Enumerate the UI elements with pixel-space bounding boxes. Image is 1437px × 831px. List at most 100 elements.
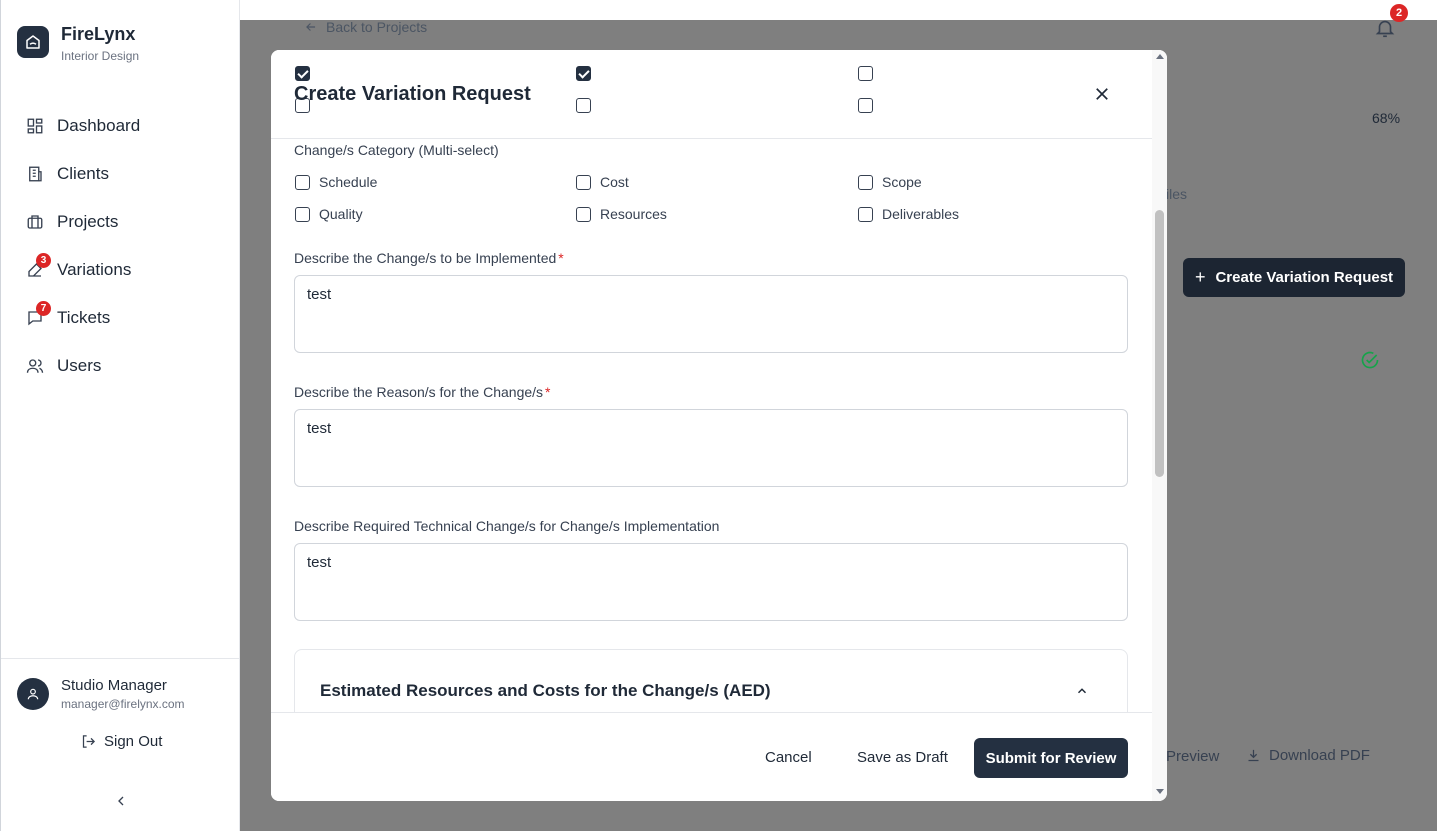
create-variation-request-button[interactable]: + Create Variation Request: [1183, 258, 1405, 297]
category-option-schedule[interactable]: Schedule: [295, 174, 377, 190]
cancel-button[interactable]: Cancel: [765, 749, 812, 766]
collapse-sidebar-button[interactable]: [113, 793, 129, 809]
header-checkbox[interactable]: [295, 66, 310, 81]
tickets-badge: 7: [36, 301, 51, 316]
option-label: Deliverables: [882, 206, 960, 222]
modal-body[interactable]: Change/s Category (Multi-select) Schedul…: [271, 139, 1152, 712]
create-variation-modal: Create Variation Request Change/s Catego…: [271, 50, 1167, 801]
close-modal-button[interactable]: [1093, 85, 1111, 103]
save-draft-button[interactable]: Save as Draft: [857, 749, 948, 766]
category-option-cost[interactable]: Cost: [576, 174, 629, 190]
modal-title: Create Variation Request: [294, 83, 531, 105]
resources-costs-accordion[interactable]: Estimated Resources and Costs for the Ch…: [294, 649, 1128, 712]
change-reason-textarea[interactable]: test: [294, 409, 1128, 487]
arrow-left-icon: [306, 23, 316, 31]
option-label: Cost: [600, 174, 629, 190]
checkbox[interactable]: [576, 206, 591, 222]
header-checkbox[interactable]: [576, 98, 591, 113]
scroll-thumb[interactable]: [1155, 210, 1164, 477]
category-option-resources[interactable]: Resources: [576, 206, 667, 222]
preview-button[interactable]: Preview: [1166, 748, 1219, 765]
variations-badge: 3: [36, 253, 51, 268]
category-label: Change/s Category (Multi-select): [294, 142, 499, 158]
modal-header: Create Variation Request: [271, 50, 1152, 139]
sign-out-label: Sign Out: [104, 733, 163, 750]
approved-check-icon: [1360, 350, 1380, 370]
download-pdf-label: Download PDF: [1269, 747, 1370, 764]
submit-for-review-button[interactable]: Submit for Review: [974, 738, 1128, 778]
download-pdf-button[interactable]: Download PDF: [1246, 747, 1370, 764]
briefcase-icon: [25, 212, 45, 232]
required-marker: *: [558, 250, 564, 266]
header-checkbox[interactable]: [576, 66, 591, 81]
download-icon: [1248, 749, 1259, 762]
modal-scrollbar[interactable]: [1152, 50, 1167, 801]
header-checkbox[interactable]: [858, 66, 873, 81]
brand-name: FireLynx: [61, 24, 136, 44]
sidebar: FireLynx Interior Design Dashboard Clien…: [0, 0, 240, 831]
checkbox[interactable]: [858, 206, 873, 222]
edit-icon: 3: [25, 253, 51, 280]
technical-change-label: Describe Required Technical Change/s for…: [294, 518, 719, 534]
progress-percent: 68%: [1372, 110, 1401, 126]
sidebar-item-variations[interactable]: 3 Variations: [17, 246, 227, 294]
category-option-scope[interactable]: Scope: [858, 174, 922, 190]
message-icon: 7: [25, 301, 51, 328]
home-logo-icon: [17, 26, 49, 58]
sidebar-item-label: Tickets: [57, 308, 111, 327]
sidebar-nav: Dashboard Clients Projects 3 Variations …: [17, 102, 227, 390]
notifications-button[interactable]: [1374, 17, 1396, 39]
required-marker: *: [545, 384, 551, 400]
field-label-text: Describe the Reason/s for the Change/s: [294, 384, 544, 400]
sidebar-item-label: Projects: [57, 212, 119, 231]
user-name: Studio Manager: [61, 677, 167, 694]
checkbox[interactable]: [295, 206, 310, 222]
change-description-label: Describe the Change/s to be Implemented *: [294, 250, 564, 266]
bell-icon: [1375, 20, 1395, 38]
sidebar-item-label: Dashboard: [57, 116, 141, 135]
accordion-title: Estimated Resources and Costs for the Ch…: [320, 681, 771, 700]
plus-icon: +: [1194, 267, 1206, 287]
checkbox[interactable]: [576, 174, 591, 190]
option-label: Scope: [882, 174, 922, 190]
user-email: manager@firelynx.com: [61, 697, 185, 711]
checkbox[interactable]: [858, 174, 873, 190]
modal-footer: Cancel Save as Draft Submit for Review: [271, 712, 1152, 801]
sidebar-item-dashboard[interactable]: Dashboard: [17, 102, 227, 150]
chevron-up-icon[interactable]: [1075, 684, 1089, 698]
chevron-left-icon: [118, 796, 124, 806]
building-icon: [25, 164, 45, 184]
option-label: Resources: [600, 206, 667, 222]
sidebar-footer: Studio Manager manager@firelynx.com Sign…: [1, 658, 240, 831]
scroll-down-arrow-icon[interactable]: [1156, 789, 1164, 794]
avatar: [17, 678, 49, 710]
user-profile[interactable]: Studio Manager manager@firelynx.com: [17, 677, 185, 711]
back-to-projects-link[interactable]: Back to Projects: [304, 19, 427, 35]
checkbox[interactable]: [295, 174, 310, 190]
field-label-text: Describe Required Technical Change/s for…: [294, 518, 720, 534]
close-icon: [1096, 88, 1108, 100]
sidebar-item-label: Users: [57, 356, 102, 375]
brand-subtitle: Interior Design: [61, 49, 140, 63]
brand: FireLynx Interior Design: [17, 24, 139, 63]
category-option-deliverables[interactable]: Deliverables: [858, 206, 959, 222]
sidebar-item-clients[interactable]: Clients: [17, 150, 227, 198]
sign-out-button[interactable]: Sign Out: [81, 733, 162, 750]
sidebar-item-users[interactable]: Users: [17, 342, 227, 390]
header-checkbox[interactable]: [858, 98, 873, 113]
option-label: Quality: [319, 206, 363, 222]
create-variation-label: Create Variation Request: [1215, 269, 1394, 286]
tab-files[interactable]: iles: [1166, 186, 1187, 202]
change-description-textarea[interactable]: test: [294, 275, 1128, 353]
sidebar-item-label: Variations: [57, 260, 132, 279]
sidebar-item-projects[interactable]: Projects: [17, 198, 227, 246]
option-label: Schedule: [319, 174, 378, 190]
back-label: Back to Projects: [326, 19, 428, 35]
sidebar-item-tickets[interactable]: 7 Tickets: [17, 294, 227, 342]
scroll-up-arrow-icon[interactable]: [1156, 54, 1164, 59]
sidebar-item-label: Clients: [57, 164, 109, 183]
technical-change-textarea[interactable]: test: [294, 543, 1128, 621]
notification-badge: 2: [1390, 4, 1408, 22]
sign-out-icon: [82, 735, 96, 748]
category-option-quality[interactable]: Quality: [295, 206, 363, 222]
